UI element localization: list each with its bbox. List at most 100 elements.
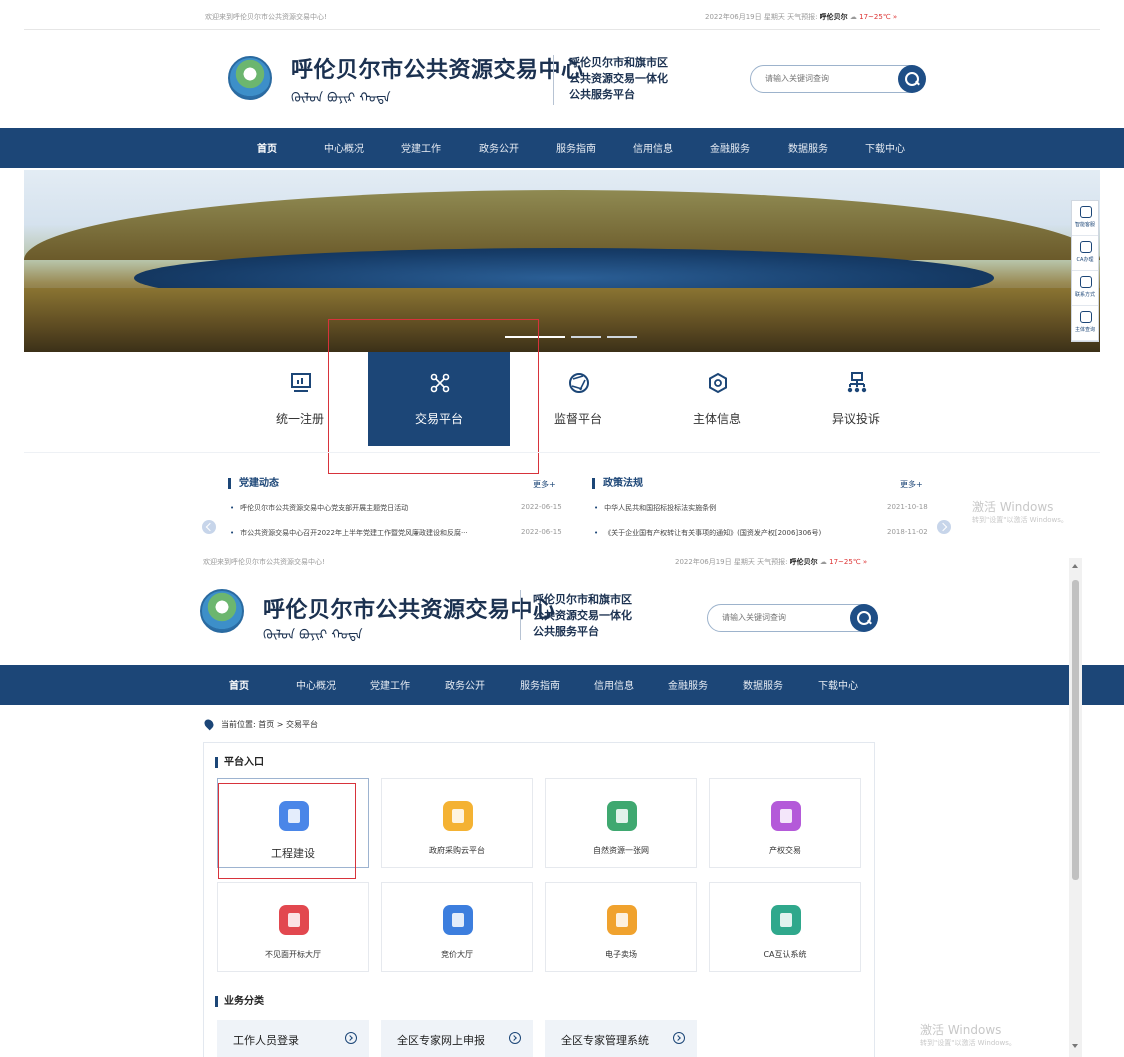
arrow-circle-icon xyxy=(673,1032,685,1044)
card-remote-bidding[interactable]: 不见面开标大厅 xyxy=(217,882,369,972)
phone-icon xyxy=(1080,276,1092,288)
vertical-scrollbar[interactable] xyxy=(1069,558,1082,1057)
news-date: 2021-10-18 xyxy=(887,503,928,511)
scroll-up-icon[interactable] xyxy=(1072,564,1078,568)
site-title: 呼伦贝尔市公共资源交易中心 xyxy=(291,57,584,83)
top-info-bar: 欢迎来到呼伦贝尔市公共资源交易中心! 2022年06月19日 星期天 天气预报:… xyxy=(203,558,868,566)
policy-item[interactable]: 《关于企业国有产权转让有关事项的通知》(国资发产权[2006]306号) xyxy=(594,528,821,538)
activation-watermark-title: 激活 Windows xyxy=(920,1023,1002,1037)
activation-watermark-sub: 转到"设置"以激活 Windows。 xyxy=(920,1039,1016,1047)
nav-download[interactable]: 下载中心 xyxy=(865,140,905,155)
nav-finance[interactable]: 金融服务 xyxy=(710,140,750,155)
mongolian-title: ᠬᠥᠯᠥᠨ ᠪᠤᠶᠢᠷ ᠬᠣᠲᠠ xyxy=(291,91,391,106)
weather-info: 2022年06月19日 星期天 天气预报: 呼伦贝尔 ☁ 17~25℃ » xyxy=(705,13,898,21)
news-date: 2018-11-02 xyxy=(887,528,928,536)
expert-apply-button[interactable]: 全区专家网上申报 xyxy=(381,1020,533,1057)
monitor-chart-icon xyxy=(291,373,311,392)
divider xyxy=(24,452,1100,453)
card-ca-mutual[interactable]: CA互认系统 xyxy=(709,882,861,972)
nav-home[interactable]: 首页 xyxy=(257,140,277,155)
news-date: 2022-06-15 xyxy=(521,528,562,536)
storefront-icon xyxy=(607,905,637,935)
nav-credit[interactable]: 信用信息 xyxy=(594,677,634,692)
nav-credit[interactable]: 信用信息 xyxy=(633,140,673,155)
aperture-icon xyxy=(569,373,589,393)
nav-guide[interactable]: 服务指南 xyxy=(556,140,596,155)
chevron-left-icon[interactable] xyxy=(202,520,216,534)
nav-party[interactable]: 党建工作 xyxy=(370,677,410,692)
nav-data[interactable]: 数据服务 xyxy=(743,677,783,692)
query-icon xyxy=(1080,311,1092,323)
party-news-item[interactable]: 市公共资源交易中心召开2022年上半年党建工作暨党风廉政建设和反腐··· xyxy=(230,528,468,538)
gavel-icon xyxy=(279,905,309,935)
card-property-rights[interactable]: 产权交易 xyxy=(709,778,861,868)
logo-emblem xyxy=(228,56,272,100)
nav-affairs[interactable]: 政务公开 xyxy=(479,140,519,155)
arrow-circle-icon xyxy=(345,1032,357,1044)
top-info-bar: 欢迎来到呼伦贝尔市公共资源交易中心! 2022年06月19日 星期天 天气预报:… xyxy=(0,0,1124,28)
logo-divider xyxy=(520,590,521,640)
search-input[interactable] xyxy=(722,613,842,622)
hexagon-icon xyxy=(709,372,727,394)
card-e-mall[interactable]: 电子卖场 xyxy=(545,882,697,972)
expert-management-button[interactable]: 全区专家管理系统 xyxy=(545,1020,697,1057)
book-icon xyxy=(771,801,801,831)
scroll-down-icon[interactable] xyxy=(1072,1044,1078,1048)
portal-entity[interactable]: 主体信息 xyxy=(646,352,788,446)
side-tool-service[interactable]: 智能客服 xyxy=(1072,201,1098,236)
search-input[interactable] xyxy=(765,74,885,83)
welcome-text: 欢迎来到呼伦贝尔市公共资源交易中心! xyxy=(205,13,327,21)
nav-guide[interactable]: 服务指南 xyxy=(520,677,560,692)
search-icon[interactable] xyxy=(850,604,878,632)
main-nav: 首页 中心概况 党建工作 政务公开 服务指南 信用信息 金融服务 数据服务 下载… xyxy=(0,665,1124,705)
search-box[interactable] xyxy=(750,65,926,93)
policy-more-link[interactable]: 更多+ xyxy=(900,479,923,490)
nav-about[interactable]: 中心概况 xyxy=(296,677,336,692)
shopping-cart-icon xyxy=(443,801,473,831)
nav-affairs[interactable]: 政务公开 xyxy=(445,677,485,692)
side-tool-query[interactable]: 主体查询 xyxy=(1072,306,1098,341)
search-icon[interactable] xyxy=(898,65,926,93)
news-date: 2022-06-15 xyxy=(521,503,562,511)
breadcrumb: 当前位置: 首页 > 交易平台 xyxy=(202,717,318,731)
party-news-more-link[interactable]: 更多+ xyxy=(533,479,556,490)
nav-home[interactable]: 首页 xyxy=(229,677,249,692)
platform-entry-heading: 平台入口 xyxy=(215,757,264,768)
side-toolbar: 智能客服 CA办理 联系方式 主体查询 xyxy=(1071,200,1099,342)
main-nav: 首页 中心概况 党建工作 政务公开 服务指南 信用信息 金融服务 数据服务 下载… xyxy=(0,128,1124,168)
portal-complaint[interactable]: 异议投诉 xyxy=(785,352,927,446)
highlight-box-trading xyxy=(328,319,539,474)
chevron-right-icon[interactable] xyxy=(937,520,951,534)
ca-card-icon xyxy=(1080,241,1092,253)
card-auction-hall[interactable]: 竞价大厅 xyxy=(381,882,533,972)
cloud-icon: ☁ xyxy=(819,558,827,566)
ca-badge-icon xyxy=(771,905,801,935)
party-news-item[interactable]: 呼伦贝尔市公共资源交易中心党支部开展主题党日活动 xyxy=(230,503,408,513)
trees-icon xyxy=(607,801,637,831)
scrollbar-thumb[interactable] xyxy=(1072,580,1079,880)
nav-finance[interactable]: 金融服务 xyxy=(668,677,708,692)
party-news-heading: 党建动态 xyxy=(228,478,279,489)
platform-subtitle: 呼伦贝尔市和旗市区 公共资源交易一体化 公共服务平台 xyxy=(569,56,668,101)
banner-forest xyxy=(24,288,1100,352)
nav-party[interactable]: 党建工作 xyxy=(401,140,441,155)
nav-download[interactable]: 下载中心 xyxy=(818,677,858,692)
nav-about[interactable]: 中心概况 xyxy=(324,140,364,155)
side-tool-contact[interactable]: 联系方式 xyxy=(1072,271,1098,306)
banner-image xyxy=(24,170,1100,352)
card-procurement[interactable]: 政府采购云平台 xyxy=(381,778,533,868)
policy-item[interactable]: 中华人民共和国招标投标法实施条例 xyxy=(594,503,716,513)
mongolian-title: ᠬᠥᠯᠥᠨ ᠪᠤᠶᠢᠷ ᠬᠣᠲᠠ xyxy=(263,628,363,643)
card-natural-resources[interactable]: 自然资源一张网 xyxy=(545,778,697,868)
business-category-heading: 业务分类 xyxy=(215,996,264,1007)
policy-heading: 政策法规 xyxy=(592,478,643,489)
side-tool-ca[interactable]: CA办理 xyxy=(1072,236,1098,271)
search-box[interactable] xyxy=(707,604,878,632)
org-tree-icon xyxy=(847,372,867,393)
cloud-icon: ☁ xyxy=(849,13,857,21)
bank-icon xyxy=(443,905,473,935)
activation-watermark-title: 激活 Windows xyxy=(972,500,1054,514)
staff-login-button[interactable]: 工作人员登录 xyxy=(217,1020,369,1057)
platform-subtitle: 呼伦贝尔市和旗市区 公共资源交易一体化 公共服务平台 xyxy=(533,593,632,638)
nav-data[interactable]: 数据服务 xyxy=(788,140,828,155)
